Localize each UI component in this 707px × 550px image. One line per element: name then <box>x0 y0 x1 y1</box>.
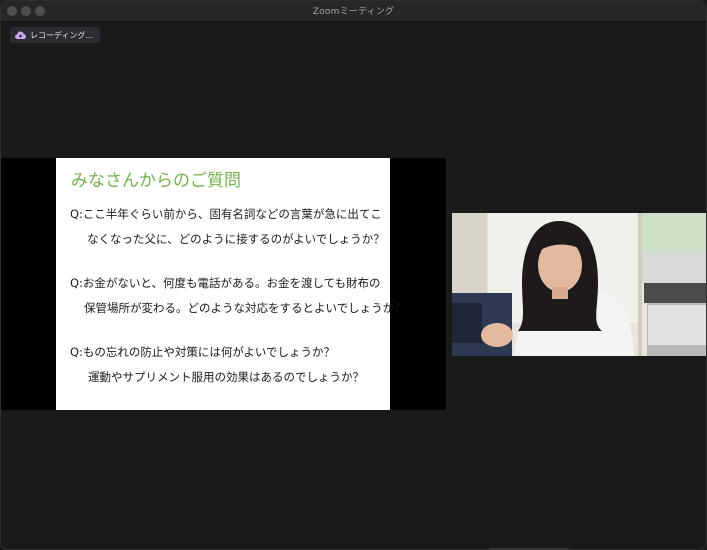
presentation-slide: みなさんからのご質問 Q:ここ半年ぐらい前から、固有名詞などの言葉が急に出てこ … <box>56 158 406 410</box>
participant-video[interactable] <box>452 213 706 356</box>
window-title: Zoomミーティング <box>312 7 395 17</box>
cloud-recording-icon <box>15 31 26 40</box>
title-bar: Zoomミーティング <box>1 1 706 22</box>
question-3-line-1: Q:もの忘れの防止や対策には何がよいでしょうか？ <box>70 345 336 359</box>
participant-video-image <box>452 213 706 356</box>
question-1: Q:ここ半年ぐらい前から、固有名詞などの言葉が急に出てこ なくなった父に、どのよ… <box>70 207 385 247</box>
question-2-line-2: 保管場所が変わる。どのような対応をするとよいでしょうか？ <box>84 300 406 315</box>
screen-share-area: みなさんからのご質問 Q:ここ半年ぐらい前から、固有名詞などの言葉が急に出てこ … <box>1 158 446 410</box>
recording-label: レコーディング... <box>30 30 94 40</box>
question-1-line-2: なくなった父に、どのように接するのがよいでしょうか？ <box>87 231 385 246</box>
zoom-window: Zoomミーティング レコーディング... みなさんからのご質問 Q:ここ半年ぐ… <box>0 0 707 550</box>
question-2: Q:お金がないと、何度も電話がある。お金を渡しても財布の 保管場所が変わる。どの… <box>70 276 406 316</box>
slide-title: みなさんからのご質問 <box>71 171 241 191</box>
question-1-line-1: Q:ここ半年ぐらい前から、固有名詞などの言葉が急に出てこ <box>70 207 382 221</box>
question-2-line-1: Q:お金がないと、何度も電話がある。お金を渡しても財布の <box>70 276 381 290</box>
question-3: Q:もの忘れの防止や対策には何がよいでしょうか？ 運動やサプリメント服用の効果は… <box>70 345 364 385</box>
recording-indicator[interactable]: レコーディング... <box>10 27 101 43</box>
question-3-line-2: 運動やサプリメント服用の効果はあるのでしょうか？ <box>88 369 364 384</box>
